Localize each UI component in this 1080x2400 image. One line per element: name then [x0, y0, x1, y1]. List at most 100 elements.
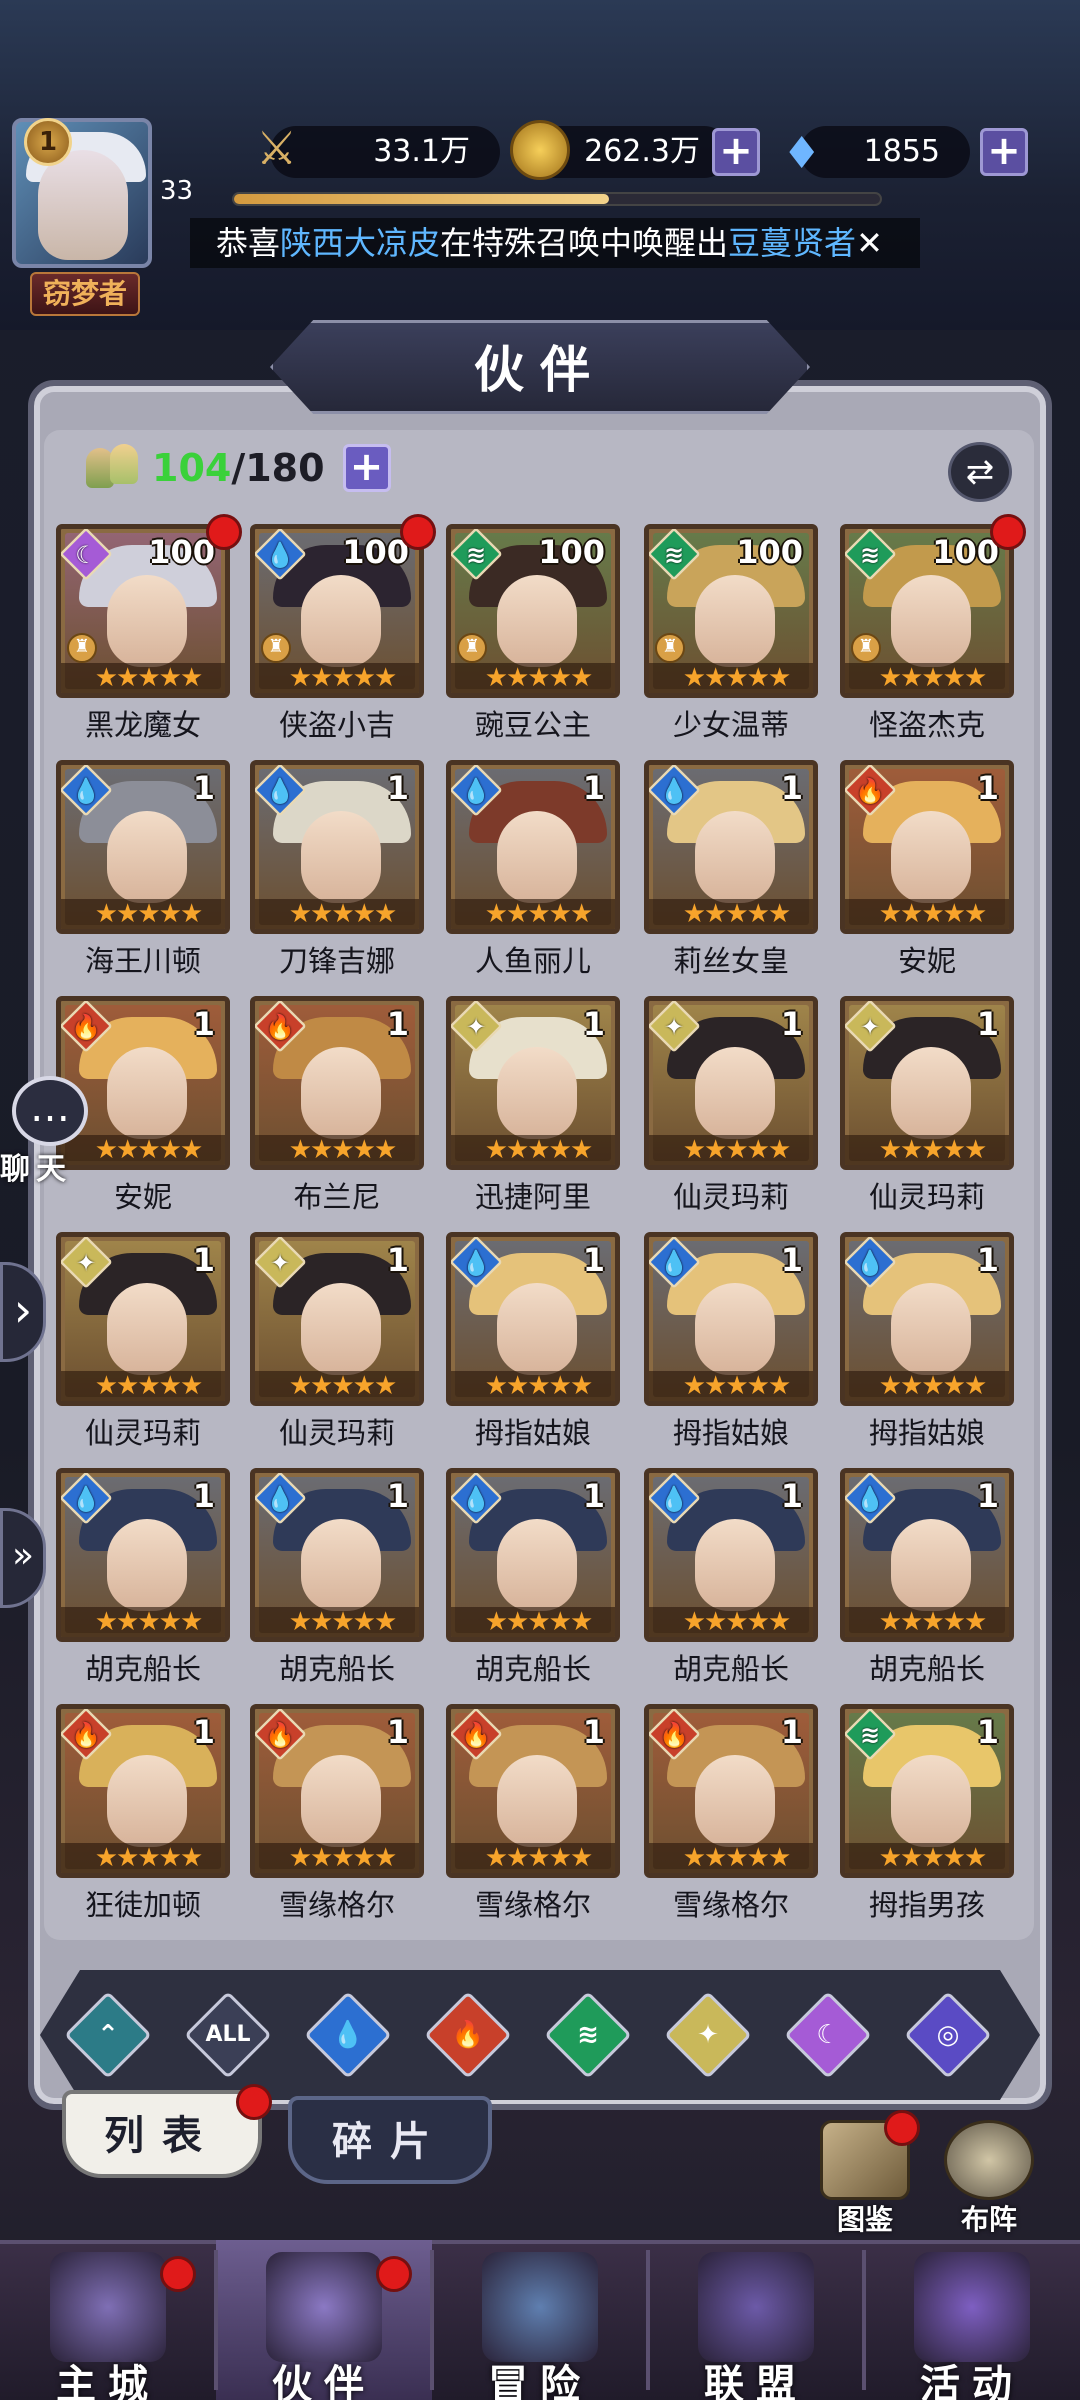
roster-max: /180	[231, 446, 325, 490]
add-diamond-button[interactable]: +	[980, 128, 1028, 176]
hero-card[interactable]: 🔥 1 ★★★★★ 布兰尼	[250, 996, 424, 1214]
hero-card[interactable]: ✦ 1 ★★★★★ 迅捷阿里	[446, 996, 620, 1214]
formation-button[interactable]: 布阵	[934, 2120, 1044, 2236]
nav-item-4[interactable]: 活动	[864, 2240, 1080, 2400]
hero-card[interactable]: ✦ 1 ★★★★★ 仙灵玛莉	[56, 1232, 230, 1450]
nav-item-0[interactable]: 主城	[0, 2240, 216, 2400]
hero-level: 1	[386, 1005, 409, 1043]
sort-swap-button[interactable]: ⇄	[948, 442, 1012, 502]
hero-card[interactable]: 💧 1 ★★★★★ 胡克船长	[644, 1468, 818, 1686]
hero-card[interactable]: 💧 1 ★★★★★ 胡克船长	[446, 1468, 620, 1686]
marquee-prefix: 恭喜	[216, 224, 281, 262]
roster-count: 104/180 +	[84, 438, 391, 498]
hero-portrait: 💧 1 ★★★★★	[56, 760, 230, 934]
top-bar: 1 窃梦者 ⚔ 33.1万 262.3万 + ♦ 1855 + 33 恭喜陕西大…	[0, 0, 1080, 330]
hero-portrait: 💧 1 ★★★★★	[446, 760, 620, 934]
hero-portrait: ✦ 1 ★★★★★	[446, 996, 620, 1170]
element-glyph: ≋	[859, 541, 881, 569]
hero-card[interactable]: ✦ 1 ★★★★★ 仙灵玛莉	[250, 1232, 424, 1450]
exp-bar-fill	[234, 194, 609, 204]
hero-card[interactable]: ✦ 1 ★★★★★ 仙灵玛莉	[840, 996, 1014, 1214]
element-glyph: 💧	[71, 1485, 101, 1513]
chat-icon: …	[12, 1076, 88, 1146]
diamond-icon: ♦	[782, 128, 822, 179]
hero-stars: ★★★★★	[255, 1371, 419, 1401]
hero-card[interactable]: 💧 1 ★★★★★ 人鱼丽儿	[446, 760, 620, 978]
hero-portrait: 💧 1 ★★★★★	[840, 1468, 1014, 1642]
hero-level: 1	[582, 1005, 605, 1043]
hero-card[interactable]: ≋ 1 ★★★★★ 拇指男孩	[840, 1704, 1014, 1922]
notification-dot	[160, 2256, 196, 2292]
hero-card[interactable]: 💧 1 ★★★★★ 拇指姑娘	[840, 1232, 1014, 1450]
hero-level: 1	[582, 1241, 605, 1279]
hero-name: 怪盗杰克	[868, 708, 985, 742]
hero-card[interactable]: ≋ 100 ♜ ★★★★★ 豌豆公主	[446, 524, 620, 742]
element-glyph: ✦	[75, 1249, 97, 1277]
nav-item-2[interactable]: 冒险	[432, 2240, 648, 2400]
hero-card[interactable]: 💧 100 ♜ ★★★★★ 侠盗小吉	[250, 514, 436, 742]
hero-card[interactable]: 💧 1 ★★★★★ 胡克船长	[840, 1468, 1014, 1686]
exp-bar	[232, 192, 882, 206]
nav-icon	[698, 2252, 814, 2362]
codex-button[interactable]: 图鉴	[810, 2110, 920, 2236]
chat-button[interactable]: … 聊天	[0, 1076, 96, 1187]
hero-portrait: 🔥 1 ★★★★★	[250, 1704, 424, 1878]
hero-stars: ★★★★★	[61, 899, 225, 929]
hero-level: 100	[538, 533, 605, 571]
element-glyph: 💧	[71, 777, 101, 805]
hero-portrait: ✦ 1 ★★★★★	[644, 996, 818, 1170]
hero-level: 100	[932, 533, 999, 571]
announcement-marquee: 恭喜陕西大凉皮在特殊召唤中唤醒出豆蔓贤者✕	[190, 218, 920, 268]
filter-fire-label: 🔥	[451, 2020, 485, 2050]
tower-icon: ♜	[851, 633, 881, 663]
codex-notification-dot	[884, 2110, 920, 2146]
hero-name: 刀锋吉娜	[278, 944, 395, 978]
hero-card[interactable]: 💧 1 ★★★★★ 胡克船长	[56, 1468, 230, 1686]
hero-card[interactable]: 💧 1 ★★★★★ 刀锋吉娜	[250, 760, 424, 978]
hero-card[interactable]: 💧 1 ★★★★★ 拇指姑娘	[446, 1232, 620, 1450]
hero-stars: ★★★★★	[255, 1135, 419, 1165]
hero-portrait: 💧 1 ★★★★★	[56, 1468, 230, 1642]
tab-list[interactable]: 列表	[62, 2090, 262, 2178]
expand-roster-button[interactable]: +	[342, 444, 391, 492]
diamond-stat: ♦ 1855	[782, 126, 970, 179]
hero-card[interactable]: 🔥 1 ★★★★★ 安妮	[840, 760, 1014, 978]
hero-card[interactable]: 💧 1 ★★★★★ 胡克船长	[250, 1468, 424, 1686]
gold-coin-icon	[510, 120, 570, 180]
hero-card[interactable]: 🔥 1 ★★★★★ 雪缘格尔	[644, 1704, 818, 1922]
hero-card[interactable]: 💧 1 ★★★★★ 莉丝女皇	[644, 760, 818, 978]
hero-portrait: 💧 1 ★★★★★	[840, 1232, 1014, 1406]
formation-label: 布阵	[960, 2203, 1017, 2236]
hero-card[interactable]: ✦ 1 ★★★★★ 仙灵玛莉	[644, 996, 818, 1214]
hero-card[interactable]: 💧 1 ★★★★★ 拇指姑娘	[644, 1232, 818, 1450]
gold-value: 262.3万	[584, 134, 700, 169]
hero-card[interactable]: ≋ 100 ♜ ★★★★★ 怪盗杰克	[840, 514, 1026, 742]
hero-card[interactable]: 💧 1 ★★★★★ 海王川顿	[56, 760, 230, 978]
hero-name: 仙灵玛莉	[278, 1416, 395, 1450]
hero-card[interactable]: 🔥 1 ★★★★★ 雪缘格尔	[446, 1704, 620, 1922]
hero-name: 胡克船长	[474, 1652, 591, 1686]
nav-item-1[interactable]: 伙伴	[216, 2240, 432, 2400]
hero-card[interactable]: 🔥 1 ★★★★★ 雪缘格尔	[250, 1704, 424, 1922]
hero-name: 拇指姑娘	[868, 1416, 985, 1450]
filter-light-label: ✦	[697, 2020, 719, 2050]
hero-card[interactable]: ≋ 100 ♜ ★★★★★ 少女温蒂	[644, 524, 818, 742]
hero-card[interactable]: ☾ 100 ♜ ★★★★★ 黑龙魔女	[56, 514, 242, 742]
hero-card[interactable]: 🔥 1 ★★★★★ 狂徒加顿	[56, 1704, 230, 1922]
hero-portrait: 🔥 1 ★★★★★	[644, 1704, 818, 1878]
hero-level: 1	[976, 1005, 999, 1043]
hero-level: 1	[780, 1241, 803, 1279]
hero-stars: ★★★★★	[845, 1843, 1009, 1873]
marquee-close-icon[interactable]: ✕	[856, 224, 883, 262]
nav-icon	[914, 2252, 1030, 2362]
tab-fragments[interactable]: 碎片	[288, 2096, 492, 2184]
element-glyph: 🔥	[855, 777, 885, 805]
hero-name: 胡克船长	[672, 1652, 789, 1686]
hero-name: 胡克船长	[868, 1652, 985, 1686]
hero-level: 1	[976, 1241, 999, 1279]
add-gold-button[interactable]: +	[712, 128, 760, 176]
nav-item-3[interactable]: 联盟	[648, 2240, 864, 2400]
roster-count-text: 104/180	[152, 446, 325, 490]
element-glyph: 💧	[265, 777, 295, 805]
hero-portrait: 💧 1 ★★★★★	[446, 1468, 620, 1642]
